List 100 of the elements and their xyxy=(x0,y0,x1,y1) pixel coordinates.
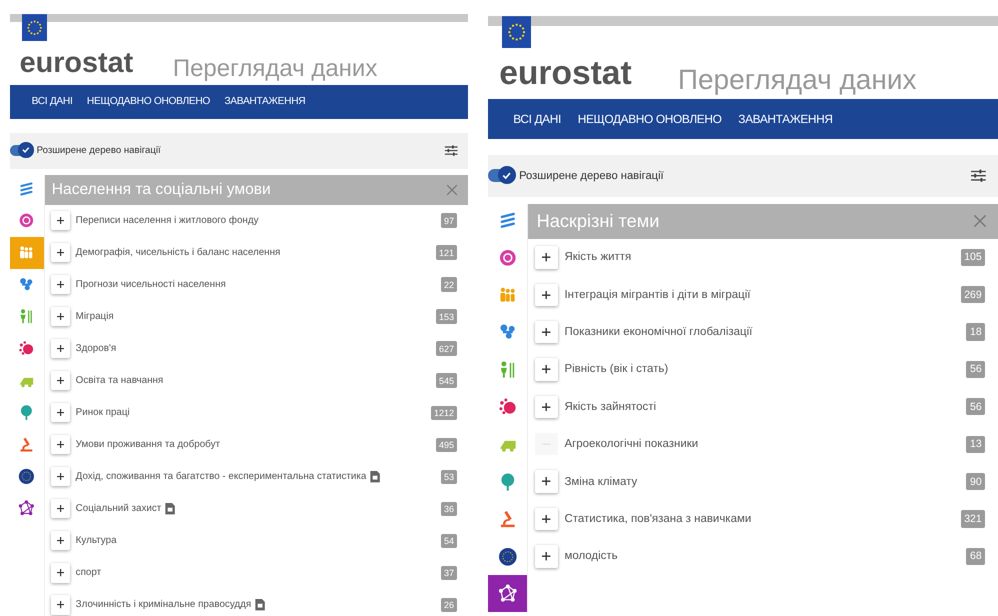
toggle-label: Розширене дерево навігації xyxy=(519,170,665,182)
dataset-count: 545 xyxy=(436,373,458,388)
tree-item-label[interactable]: Переписи населення і житлового фонду xyxy=(76,215,258,226)
nav-link[interactable]: ВСІ ДАНІ xyxy=(513,112,561,126)
nav-link[interactable]: НЕЩОДАВНО ОНОВЛЕНО xyxy=(578,112,722,126)
tree-item-label[interactable]: Соціальний захист xyxy=(76,503,162,514)
toggle-label: Розширене дерево навігації xyxy=(36,145,162,156)
plus-icon xyxy=(56,281,64,288)
tree-item-label[interactable]: Здоров'я xyxy=(76,343,116,354)
expand-button[interactable] xyxy=(50,595,70,615)
plus-icon xyxy=(56,473,64,480)
category-tab[interactable] xyxy=(488,575,528,612)
expand-button[interactable] xyxy=(535,246,558,269)
tree-item-label[interactable]: молодість xyxy=(564,550,618,562)
expand-button[interactable] xyxy=(50,243,70,262)
dataset-count: 13 xyxy=(966,436,986,453)
expand-button[interactable] xyxy=(50,499,70,518)
expand-button[interactable] xyxy=(535,545,558,568)
plus-icon xyxy=(56,569,64,576)
tree-item-label[interactable]: Рівність (вік і стать) xyxy=(564,363,668,376)
dataset-count: 36 xyxy=(440,502,458,516)
plus-icon xyxy=(56,249,64,256)
tree-item-label[interactable]: Демографія, чисельність і баланс населення xyxy=(76,247,280,258)
nav-link[interactable]: ЗАВАНТАЖЕННЯ xyxy=(224,96,306,108)
expand-button[interactable] xyxy=(50,210,70,230)
check-icon xyxy=(501,170,512,181)
tree-item-label[interactable]: Умови проживання та добробут xyxy=(76,439,220,450)
expand-button[interactable] xyxy=(50,339,70,358)
settings-icon[interactable] xyxy=(970,168,987,184)
eurostat-logo[interactable]: eurostat xyxy=(499,56,632,90)
dataset-count: 68 xyxy=(966,548,986,565)
tree-item-label[interactable]: Статистика, пов'язана з навичками xyxy=(564,512,752,525)
plus-icon xyxy=(542,328,551,336)
plus-icon xyxy=(542,514,551,524)
dataset-count: 90 xyxy=(966,472,986,490)
tree-item-label[interactable]: Агроекологічні показники xyxy=(564,438,698,450)
plus-icon xyxy=(56,377,64,384)
dataset-count: 56 xyxy=(966,398,986,416)
nav-link[interactable]: ВСІ ДАНІ xyxy=(32,96,73,108)
plus-icon xyxy=(542,402,551,412)
dataset-count: 53 xyxy=(440,470,458,484)
dataset-count: 105 xyxy=(960,248,986,266)
expand-button[interactable] xyxy=(535,470,558,493)
plus-icon xyxy=(56,216,64,224)
plus-icon xyxy=(542,253,551,262)
tree-item-label[interactable]: Якість життя xyxy=(564,251,632,264)
expand-button[interactable] xyxy=(50,371,70,390)
eu-flag-icon xyxy=(502,16,532,48)
plus-icon xyxy=(542,290,551,299)
expand-button[interactable] xyxy=(50,403,70,422)
document-icon[interactable] xyxy=(254,599,266,611)
tree-item-label[interactable]: спорт xyxy=(76,567,102,578)
tree-item-label[interactable]: Освіта та навчання xyxy=(76,375,164,386)
expand-button[interactable] xyxy=(50,435,70,454)
settings-icon[interactable] xyxy=(444,144,458,158)
tree-item-label[interactable]: Дохід, споживання та багатство - експериментальна статистика xyxy=(76,471,366,482)
plus-icon xyxy=(542,365,551,374)
category-title: Населення та соціальні умови xyxy=(52,180,272,199)
plus-icon xyxy=(56,441,64,448)
tree-item-label[interactable]: Зміна клімату xyxy=(564,476,638,488)
expand-button[interactable] xyxy=(50,307,70,326)
document-icon[interactable] xyxy=(164,503,176,515)
nav-link[interactable]: ЗАВАНТАЖЕННЯ xyxy=(738,112,833,126)
tree-item-label[interactable]: Інтеграція мігрантів і діти в міграції xyxy=(564,288,750,301)
dataset-count: 269 xyxy=(960,286,986,304)
dataset-count: 37 xyxy=(440,566,458,580)
dataset-count: 26 xyxy=(440,598,458,612)
expand-button[interactable] xyxy=(50,275,70,294)
expand-button[interactable] xyxy=(50,531,70,550)
plus-icon xyxy=(56,537,64,544)
tree-item-label[interactable]: Міграція xyxy=(76,311,114,322)
dataset-count: 321 xyxy=(960,510,986,528)
tree-toggle[interactable] xyxy=(488,169,515,182)
check-icon xyxy=(21,145,31,156)
dataset-count: 1212 xyxy=(430,406,458,420)
nav-link[interactable]: НЕЩОДАВНО ОНОВЛЕНО xyxy=(86,96,210,108)
tree-item-label[interactable]: Культура xyxy=(76,535,117,546)
expand-button[interactable] xyxy=(535,396,558,418)
document-icon[interactable] xyxy=(370,471,380,482)
dataset-count: 54 xyxy=(440,534,458,548)
expand-button[interactable] xyxy=(535,284,558,306)
tree-toggle[interactable] xyxy=(10,144,33,156)
eurostat-logo[interactable]: eurostat xyxy=(20,48,134,78)
tree-item-label[interactable]: Ринок праці xyxy=(76,407,130,418)
expand-button[interactable] xyxy=(50,563,70,582)
tree-item-label[interactable]: Показники економічної глобалізації xyxy=(564,326,752,338)
dataset-count: 495 xyxy=(436,438,458,452)
dataset-count: 627 xyxy=(436,341,458,356)
tree-item-label[interactable]: Злочинність і кримінальне правосуддя xyxy=(76,599,252,610)
dataset-count: 18 xyxy=(966,323,986,341)
expand-button[interactable] xyxy=(535,358,558,381)
tree-item-label[interactable]: Прогнози чисельності населення xyxy=(76,279,226,290)
expand-button[interactable] xyxy=(535,508,558,530)
dataset-count: 56 xyxy=(966,360,986,378)
expand-button[interactable] xyxy=(535,320,558,344)
dataset-count: 121 xyxy=(436,245,458,260)
eu-flag-icon xyxy=(22,14,48,42)
tree-item-label[interactable]: Якість зайнятості xyxy=(564,400,656,413)
expand-button[interactable] xyxy=(50,467,70,486)
dataset-count: 22 xyxy=(440,277,458,292)
